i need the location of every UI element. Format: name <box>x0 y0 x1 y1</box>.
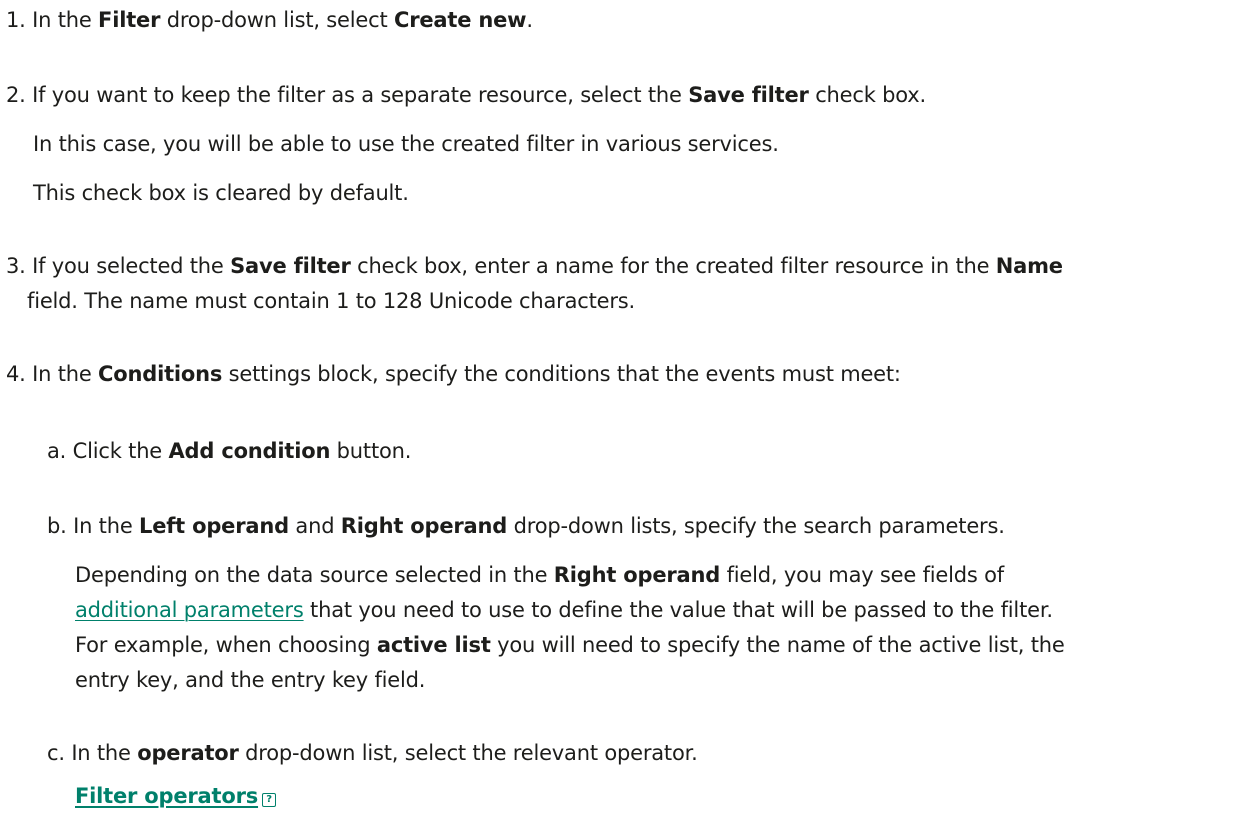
expand-help-icon[interactable]: ? <box>262 793 277 807</box>
text: drop-down list, select the relevant oper… <box>238 741 698 765</box>
substep-b-para-line-4: entry key, and the entry key field. <box>75 668 426 692</box>
step-number: 2. <box>6 83 26 107</box>
ui-term: Add condition <box>168 439 331 463</box>
ui-term: Save filter <box>688 83 809 107</box>
text: For example, when choosing <box>75 633 377 657</box>
text: check box. <box>808 83 926 107</box>
ui-term: Conditions <box>98 362 223 386</box>
ui-term: Create new <box>393 8 527 32</box>
text: In the <box>32 362 99 386</box>
substep-c: c. In the operator drop-down list, selec… <box>47 738 698 770</box>
substep-a: a. Click the Add condition button. <box>47 436 411 468</box>
text: drop-down list, select <box>160 8 394 32</box>
step-number: 1. <box>6 8 26 32</box>
ui-term: active list <box>376 633 491 657</box>
ui-term: Right operand <box>340 514 508 538</box>
substep-letter: b. <box>47 514 67 538</box>
text: settings block, specify the conditions t… <box>222 362 901 386</box>
text: field, you may see fields of <box>720 563 1005 587</box>
ui-term: Right operand <box>553 563 721 587</box>
text: you will need to specify the name of the… <box>490 633 1065 657</box>
text: If you want to keep the filter as a sepa… <box>32 83 689 107</box>
substep-b-para-line-1: Depending on the data source selected in… <box>75 560 1004 592</box>
text: In the <box>73 514 140 538</box>
ui-term: Filter <box>98 8 161 32</box>
ui-term: operator <box>137 741 239 765</box>
step-2-note-2: This check box is cleared by default. <box>33 181 409 205</box>
text: check box, enter a name for the created … <box>350 254 996 278</box>
text: . <box>526 8 533 32</box>
step-3: 3. If you selected the Save filter check… <box>6 251 1063 283</box>
ui-term: Save filter <box>230 254 351 278</box>
step-number: 3. <box>6 254 26 278</box>
text: In the <box>71 741 138 765</box>
text: Click the <box>72 439 169 463</box>
step-2: 2. If you want to keep the filter as a s… <box>6 80 926 112</box>
text: drop-down lists, specify the search para… <box>507 514 1005 538</box>
document: 1. In the Filter drop-down list, select … <box>0 0 1244 819</box>
text: Depending on the data source selected in… <box>75 563 554 587</box>
ui-term: Left operand <box>139 514 289 538</box>
filter-operators-row: Filter operators? <box>75 781 277 813</box>
substep-b: b. In the Left operand and Right operand… <box>47 511 1005 543</box>
substep-letter: c. <box>47 741 65 765</box>
filter-operators-link[interactable]: Filter operators <box>75 784 258 808</box>
substep-b-para-line-2: additional parameters that you need to u… <box>75 595 1053 627</box>
text: that you need to use to define the value… <box>303 598 1053 622</box>
text: In the <box>32 8 99 32</box>
step-number: 4. <box>6 362 26 386</box>
text: and <box>288 514 341 538</box>
step-2-note-1: In this case, you will be able to use th… <box>33 132 779 156</box>
text: If you selected the <box>32 254 231 278</box>
substep-b-para-line-3: For example, when choosing active list y… <box>75 630 1065 662</box>
text: button. <box>330 439 412 463</box>
ui-term: Name <box>995 254 1063 278</box>
substep-letter: a. <box>47 439 67 463</box>
additional-parameters-link[interactable]: additional parameters <box>75 598 304 622</box>
step-3-line-2: field. The name must contain 1 to 128 Un… <box>27 289 636 313</box>
step-4: 4. In the Conditions settings block, spe… <box>6 359 901 391</box>
step-1: 1. In the Filter drop-down list, select … <box>6 5 533 37</box>
